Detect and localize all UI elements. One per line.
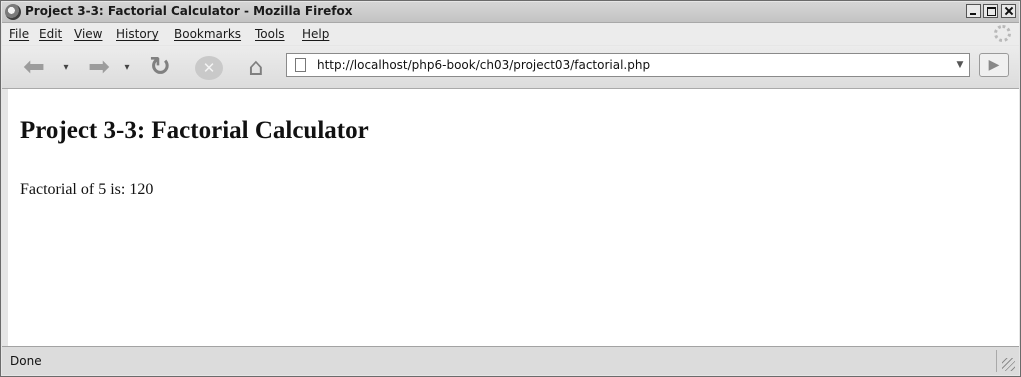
menu-bookmarks[interactable]: Bookmarks [174, 27, 241, 41]
title-bar: Project 3-3: Factorial Calculator - Mozi… [2, 2, 1019, 23]
status-text: Done [10, 354, 42, 368]
menu-file[interactable]: File [9, 27, 29, 41]
go-arrow-icon[interactable]: ▶ [979, 53, 1009, 77]
page-content: Project 3-3: Factorial Calculator Factor… [2, 89, 1019, 346]
reload-icon[interactable]: ↻ [144, 52, 176, 82]
home-icon[interactable]: ⌂ [240, 53, 272, 81]
menu-history[interactable]: History [116, 27, 159, 41]
menu-bar: File Edit View History Bookmarks Tools H… [2, 23, 1019, 45]
navigation-toolbar: ⬅ ▾ ➡ ▾ ↻ ✕ ⌂ http://localhost/php6-book… [2, 46, 1019, 89]
maximize-button[interactable] [983, 4, 998, 18]
forward-arrow-icon[interactable]: ➡ [81, 52, 117, 82]
resize-grip-icon[interactable] [1002, 358, 1015, 371]
status-separator [996, 350, 997, 372]
back-history-dropdown[interactable]: ▾ [61, 54, 71, 80]
window-title: Project 3-3: Factorial Calculator - Mozi… [25, 4, 353, 18]
url-text[interactable]: http://localhost/php6-book/ch03/project0… [317, 58, 650, 72]
menu-view[interactable]: View [74, 27, 102, 41]
browser-window: Project 3-3: Factorial Calculator - Mozi… [0, 0, 1021, 377]
status-bar: Done [2, 346, 1019, 375]
forward-history-dropdown[interactable]: ▾ [122, 54, 132, 80]
menu-help[interactable]: Help [302, 27, 329, 41]
firefox-icon [5, 4, 21, 20]
stop-icon[interactable]: ✕ [195, 56, 223, 80]
throbber-icon [994, 25, 1011, 42]
page-heading: Project 3-3: Factorial Calculator [20, 117, 369, 144]
menu-edit[interactable]: Edit [39, 27, 62, 41]
menu-tools[interactable]: Tools [255, 27, 285, 41]
factorial-result: Factorial of 5 is: 120 [20, 181, 154, 198]
minimize-button[interactable] [966, 4, 981, 18]
address-bar[interactable]: http://localhost/php6-book/ch03/project0… [286, 53, 970, 77]
url-history-dropdown-icon[interactable]: ▼ [951, 54, 969, 76]
close-button[interactable] [1001, 4, 1016, 18]
back-arrow-icon[interactable]: ⬅ [16, 52, 52, 82]
page-icon [295, 58, 306, 72]
